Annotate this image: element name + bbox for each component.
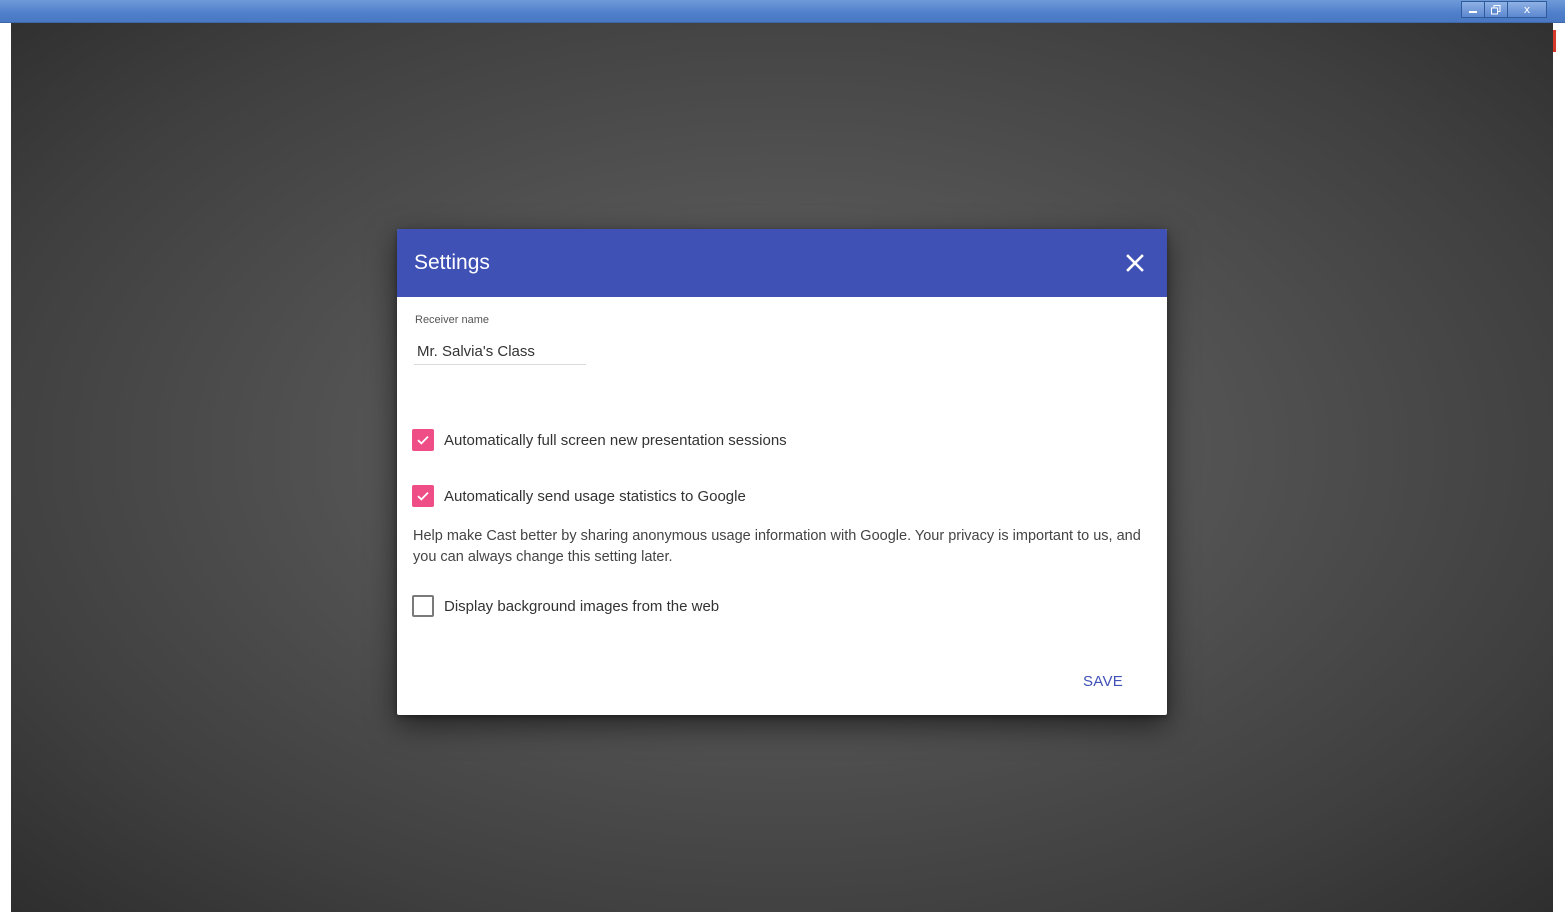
window-close-button[interactable]: x <box>1507 1 1547 18</box>
dialog-header: Settings <box>397 229 1167 297</box>
restore-button[interactable] <box>1484 1 1508 18</box>
minimize-button[interactable] <box>1461 1 1485 18</box>
fullscreen-label: Automatically full screen new presentati… <box>444 431 787 449</box>
close-button[interactable] <box>1123 251 1147 275</box>
window-controls: x <box>1461 1 1547 18</box>
minimize-icon <box>1469 11 1477 13</box>
usage-stats-checkbox[interactable] <box>412 485 434 507</box>
window-titlebar: x <box>0 0 1565 23</box>
restore-icon <box>1491 5 1501 15</box>
fullscreen-checkbox[interactable] <box>412 429 434 451</box>
save-button[interactable]: SAVE <box>1083 673 1123 690</box>
usage-help-text: Help make Cast better by sharing anonymo… <box>413 528 1141 565</box>
close-icon <box>1126 254 1144 272</box>
checkmark-icon <box>417 435 429 445</box>
window-close-icon: x <box>1523 3 1531 16</box>
option-background-images[interactable]: Display background images from the web <box>412 595 719 617</box>
usage-stats-label: Automatically send usage statistics to G… <box>444 487 746 505</box>
edge-marker <box>1553 30 1556 52</box>
settings-dialog: Settings Receiver name Automatically ful… <box>397 229 1167 715</box>
receiver-name-label: Receiver name <box>415 314 489 326</box>
dialog-title: Settings <box>414 251 490 274</box>
checkmark-icon <box>417 491 429 501</box>
background-images-label: Display background images from the web <box>444 597 720 615</box>
background-images-checkbox[interactable] <box>412 595 434 617</box>
receiver-name-input[interactable] <box>414 339 586 365</box>
option-usage-stats[interactable]: Automatically send usage statistics to G… <box>412 485 746 507</box>
option-fullscreen[interactable]: Automatically full screen new presentati… <box>412 429 787 451</box>
